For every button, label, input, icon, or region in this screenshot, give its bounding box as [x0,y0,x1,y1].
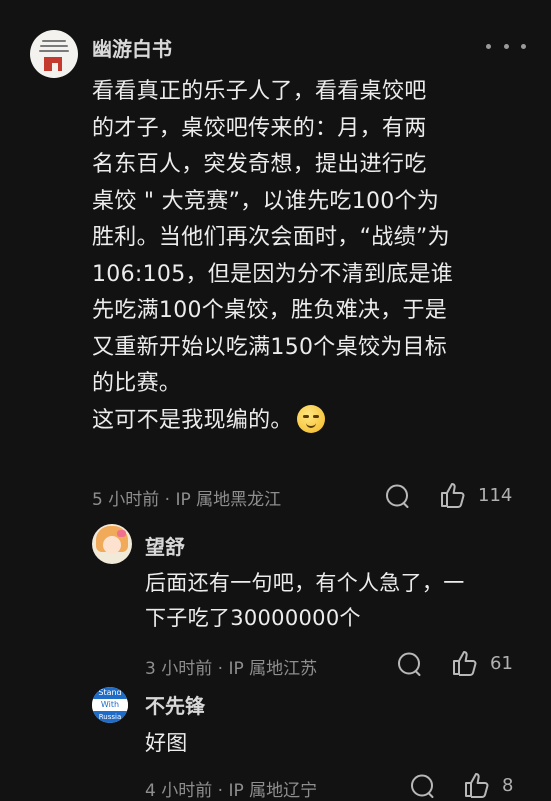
like-button[interactable]: 8 [462,771,513,799]
like-button[interactable]: 61 [450,649,513,677]
avatar-text: Stand [92,687,128,699]
comment-line: 胜利。当他们再次会面时，“战绩”为 [92,225,450,250]
reply-location: IP 属地江苏 [228,659,318,679]
reply-button[interactable] [396,651,422,677]
like-button[interactable]: 114 [438,481,512,509]
comment-line: 桌饺 " 大竞赛”，以谁先吃100个为 [92,188,440,214]
comment-line: 的才子，桌饺吧传来的：月，有两 [92,115,427,141]
reply-meta: 4 小时前 · IP 属地辽宁 [145,776,317,801]
meta-separator: · [164,490,171,510]
comment-line: 又重新开始以吃满150个桌饺为目标 [92,334,448,360]
reply-username[interactable]: 望舒 [145,531,185,560]
comment-bubble-icon [411,774,434,798]
comment-bubble-icon [398,652,421,676]
reply-button[interactable] [384,483,410,509]
reply-username[interactable]: 不先锋 [145,690,205,719]
comment-line-text: 这可不是我现编的。 [92,407,293,433]
comment-line: 先吃满100个桌饺，胜负难决，于是 [92,298,448,323]
comment-line: 看看真正的乐子人了，看看桌饺吧 [92,79,427,104]
like-count: 61 [490,652,513,674]
comment-line: 的比赛。 [92,371,182,396]
reply-line: 后面还有一句吧，有个人急了，一 [145,571,465,595]
meta-separator: · [217,659,224,679]
avatar-text: Russia [92,711,128,723]
reply-time: 3 小时前 [145,659,213,679]
user-avatar-reply[interactable] [92,524,132,564]
smirk-emoji-icon [296,404,325,433]
comment-bubble-icon [386,484,409,508]
meta-separator: · [217,781,224,801]
avatar-text: With [92,699,128,711]
comment-location: IP 属地黑龙江 [175,490,282,510]
reply-meta: 3 小时前 · IP 属地江苏 [145,654,317,679]
more-dots-icon[interactable] [486,36,526,56]
thumbs-up-icon [453,651,477,676]
reply-text: 好图 [145,726,188,761]
reply-line: 下子吃了30000000个 [145,606,361,630]
comment-meta: 5 小时前 · IP 属地黑龙江 [92,485,281,510]
comment-text: 看看真正的乐子人了，看看桌饺吧 的才子，桌饺吧传来的：月，有两 名东百人，突发奇… [92,74,512,439]
like-count: 8 [502,774,514,796]
username[interactable]: 幽游白书 [92,33,172,62]
reply-time: 4 小时前 [145,781,213,801]
comment-line: 名东百人，突发奇想，提出进行吃 [92,152,427,177]
user-avatar-reply[interactable]: Stand With Russia [92,687,128,723]
user-avatar-main[interactable] [30,30,78,78]
comment-line-last: 这可不是我现编的。 [92,403,512,440]
like-count: 114 [478,484,513,506]
comment-line: 106:105，但是因为分不清到底是谁 [92,261,454,287]
thumbs-up-icon [441,483,465,508]
reply-line: 好图 [145,731,188,755]
reply-text: 后面还有一句吧，有个人急了，一 下子吃了30000000个 [145,566,465,636]
reply-location: IP 属地辽宁 [228,781,318,801]
thumbs-up-icon [465,773,489,798]
comment-time: 5 小时前 [92,490,160,510]
reply-button[interactable] [409,773,435,799]
